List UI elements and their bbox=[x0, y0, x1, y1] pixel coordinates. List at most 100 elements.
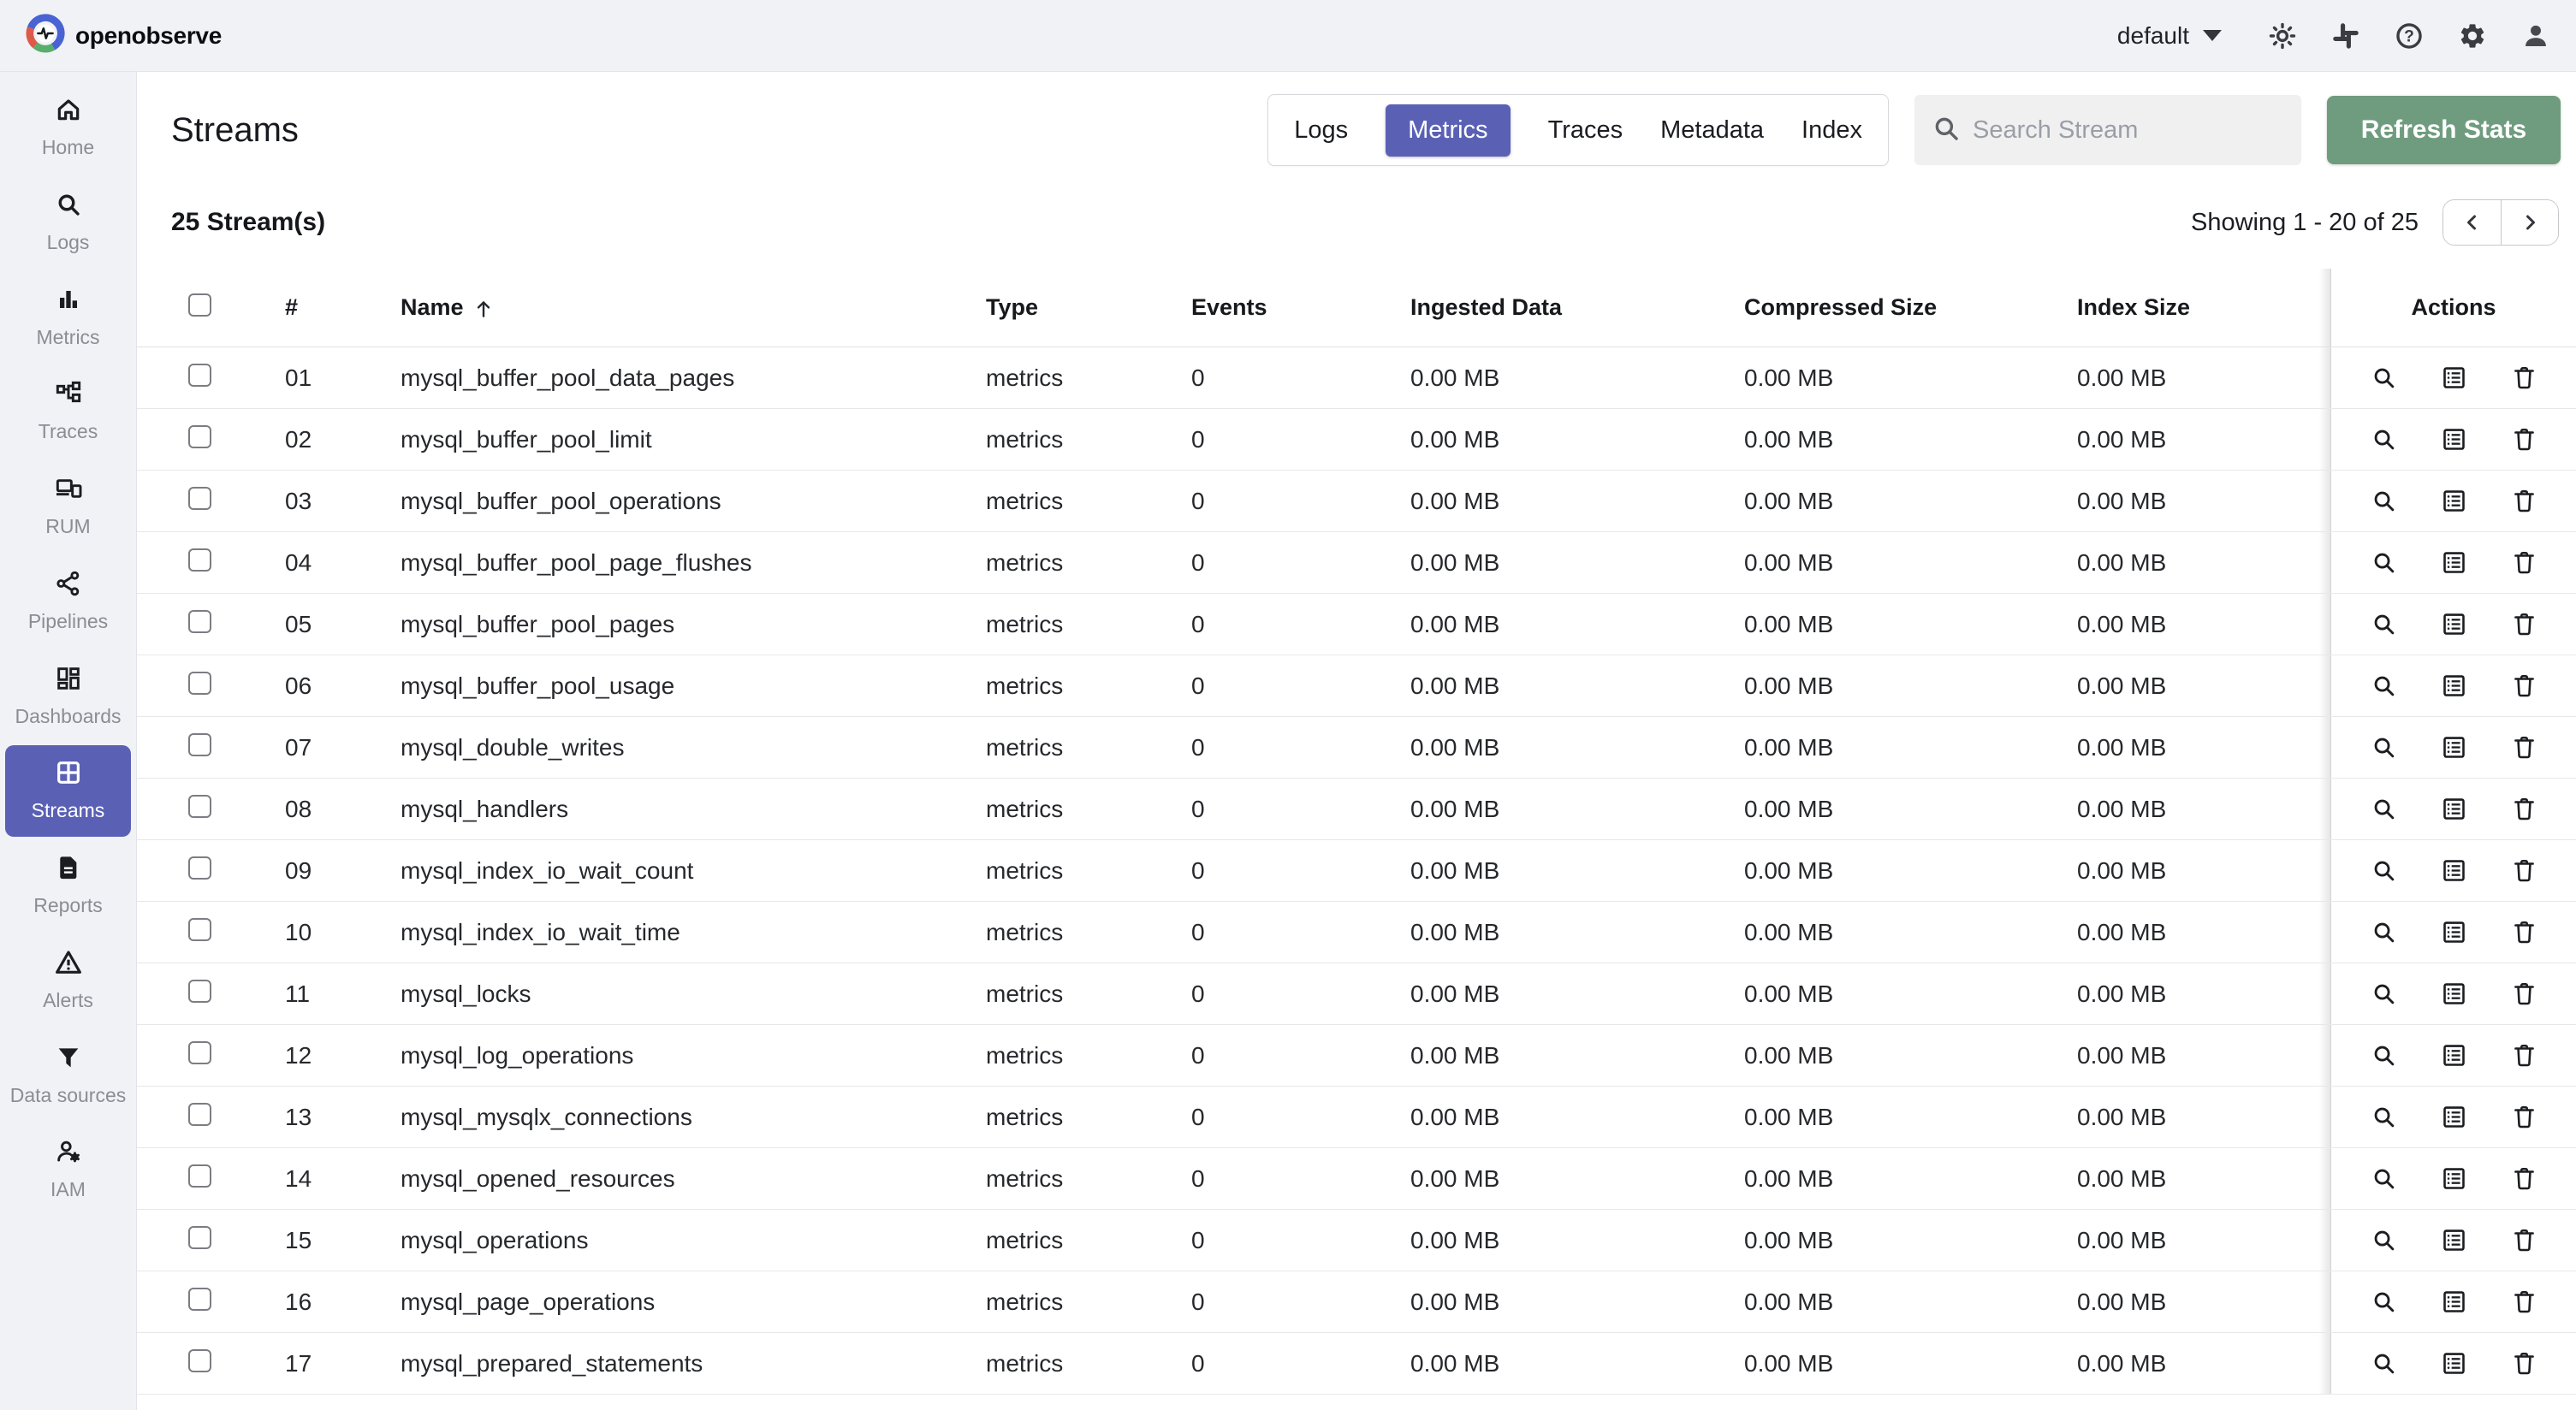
column-header-index-size[interactable]: Index Size bbox=[2077, 294, 2319, 321]
delete-stream-button[interactable] bbox=[2508, 794, 2539, 825]
row-checkbox[interactable] bbox=[188, 917, 211, 941]
row-checkbox[interactable] bbox=[188, 363, 211, 387]
column-header-type[interactable]: Type bbox=[986, 294, 1191, 321]
row-checkbox[interactable] bbox=[188, 486, 211, 510]
sidebar-item-iam[interactable]: IAM bbox=[5, 1124, 131, 1216]
sidebar-item-pipelines[interactable]: Pipelines bbox=[5, 556, 131, 648]
stream-details-button[interactable] bbox=[2438, 917, 2469, 948]
explore-stream-button[interactable] bbox=[2368, 1225, 2399, 1256]
explore-stream-button[interactable] bbox=[2368, 1287, 2399, 1318]
explore-stream-button[interactable] bbox=[2368, 548, 2399, 578]
tab-traces[interactable]: Traces bbox=[1548, 104, 1623, 157]
delete-stream-button[interactable] bbox=[2508, 856, 2539, 886]
delete-stream-button[interactable] bbox=[2508, 1287, 2539, 1318]
help-icon[interactable]: ? bbox=[2395, 21, 2424, 50]
column-header-events[interactable]: Events bbox=[1191, 294, 1410, 321]
sidebar-item-streams[interactable]: Streams bbox=[5, 745, 131, 837]
delete-stream-button[interactable] bbox=[2508, 609, 2539, 640]
row-checkbox[interactable] bbox=[188, 794, 211, 818]
column-header-compressed[interactable]: Compressed Size bbox=[1744, 294, 2077, 321]
delete-stream-button[interactable] bbox=[2508, 548, 2539, 578]
sidebar-item-rum[interactable]: RUM bbox=[5, 461, 131, 553]
stream-details-button[interactable] bbox=[2438, 548, 2469, 578]
sidebar-item-home[interactable]: Home bbox=[5, 82, 131, 174]
row-checkbox[interactable] bbox=[188, 424, 211, 448]
stream-details-button[interactable] bbox=[2438, 1040, 2469, 1071]
previous-page-button[interactable] bbox=[2443, 200, 2501, 245]
stream-details-button[interactable] bbox=[2438, 609, 2469, 640]
stream-details-button[interactable] bbox=[2438, 1348, 2469, 1379]
explore-stream-button[interactable] bbox=[2368, 1164, 2399, 1194]
column-header-ingested[interactable]: Ingested Data bbox=[1410, 294, 1744, 321]
sidebar-item-metrics[interactable]: Metrics bbox=[5, 272, 131, 364]
delete-stream-button[interactable] bbox=[2508, 917, 2539, 948]
row-checkbox[interactable] bbox=[188, 548, 211, 572]
sidebar-item-traces[interactable]: Traces bbox=[5, 366, 131, 458]
delete-stream-button[interactable] bbox=[2508, 1040, 2539, 1071]
stream-details-button[interactable] bbox=[2438, 486, 2469, 517]
delete-stream-button[interactable] bbox=[2508, 1164, 2539, 1194]
stream-details-button[interactable] bbox=[2438, 732, 2469, 763]
settings-gear-icon[interactable] bbox=[2458, 21, 2487, 50]
row-checkbox[interactable] bbox=[188, 1102, 211, 1126]
select-all-checkbox[interactable] bbox=[188, 293, 211, 317]
stream-details-button[interactable] bbox=[2438, 794, 2469, 825]
stream-details-button[interactable] bbox=[2438, 979, 2469, 1010]
delete-stream-button[interactable] bbox=[2508, 979, 2539, 1010]
refresh-stats-button[interactable]: Refresh Stats bbox=[2327, 96, 2561, 164]
explore-stream-button[interactable] bbox=[2368, 609, 2399, 640]
slack-icon[interactable] bbox=[2331, 21, 2360, 50]
stream-details-button[interactable] bbox=[2438, 1164, 2469, 1194]
stream-details-button[interactable] bbox=[2438, 856, 2469, 886]
sidebar-item-dashboards[interactable]: Dashboards bbox=[5, 651, 131, 743]
stream-details-button[interactable] bbox=[2438, 1102, 2469, 1133]
column-header-name[interactable]: Name bbox=[383, 294, 986, 321]
tab-logs[interactable]: Logs bbox=[1294, 104, 1348, 157]
delete-stream-button[interactable] bbox=[2508, 424, 2539, 455]
sidebar-item-logs[interactable]: Logs bbox=[5, 177, 131, 269]
delete-stream-button[interactable] bbox=[2508, 1348, 2539, 1379]
explore-stream-button[interactable] bbox=[2368, 486, 2399, 517]
row-checkbox[interactable] bbox=[188, 1287, 211, 1311]
delete-stream-button[interactable] bbox=[2508, 486, 2539, 517]
delete-stream-button[interactable] bbox=[2508, 671, 2539, 702]
row-checkbox[interactable] bbox=[188, 671, 211, 695]
tab-index[interactable]: Index bbox=[1801, 104, 1862, 157]
stream-details-button[interactable] bbox=[2438, 1287, 2469, 1318]
next-page-button[interactable] bbox=[2501, 200, 2558, 245]
stream-details-button[interactable] bbox=[2438, 1225, 2469, 1256]
profile-icon[interactable] bbox=[2521, 21, 2550, 50]
delete-stream-button[interactable] bbox=[2508, 363, 2539, 394]
row-checkbox[interactable] bbox=[188, 979, 211, 1003]
tab-metrics[interactable]: Metrics bbox=[1386, 104, 1511, 157]
stream-details-button[interactable] bbox=[2438, 424, 2469, 455]
delete-stream-button[interactable] bbox=[2508, 1102, 2539, 1133]
row-checkbox[interactable] bbox=[188, 1225, 211, 1249]
row-checkbox[interactable] bbox=[188, 1164, 211, 1188]
column-header-num[interactable]: # bbox=[265, 294, 383, 321]
row-checkbox[interactable] bbox=[188, 1040, 211, 1064]
explore-stream-button[interactable] bbox=[2368, 1348, 2399, 1379]
row-checkbox[interactable] bbox=[188, 1348, 211, 1372]
explore-stream-button[interactable] bbox=[2368, 856, 2399, 886]
sidebar-item-reports[interactable]: Reports bbox=[5, 840, 131, 932]
delete-stream-button[interactable] bbox=[2508, 732, 2539, 763]
stream-details-button[interactable] bbox=[2438, 671, 2469, 702]
row-checkbox[interactable] bbox=[188, 732, 211, 756]
explore-stream-button[interactable] bbox=[2368, 671, 2399, 702]
explore-stream-button[interactable] bbox=[2368, 363, 2399, 394]
explore-stream-button[interactable] bbox=[2368, 732, 2399, 763]
explore-stream-button[interactable] bbox=[2368, 424, 2399, 455]
row-checkbox[interactable] bbox=[188, 609, 211, 633]
search-stream-input[interactable] bbox=[1973, 116, 2284, 145]
sidebar-item-data-sources[interactable]: Data sources bbox=[5, 1030, 131, 1122]
stream-details-button[interactable] bbox=[2438, 363, 2469, 394]
delete-stream-button[interactable] bbox=[2508, 1225, 2539, 1256]
explore-stream-button[interactable] bbox=[2368, 1040, 2399, 1071]
sidebar-item-alerts[interactable]: Alerts bbox=[5, 935, 131, 1027]
tab-metadata[interactable]: Metadata bbox=[1660, 104, 1764, 157]
theme-toggle-button[interactable] bbox=[2268, 21, 2297, 50]
explore-stream-button[interactable] bbox=[2368, 794, 2399, 825]
org-selector[interactable]: default bbox=[2117, 22, 2222, 50]
explore-stream-button[interactable] bbox=[2368, 979, 2399, 1010]
